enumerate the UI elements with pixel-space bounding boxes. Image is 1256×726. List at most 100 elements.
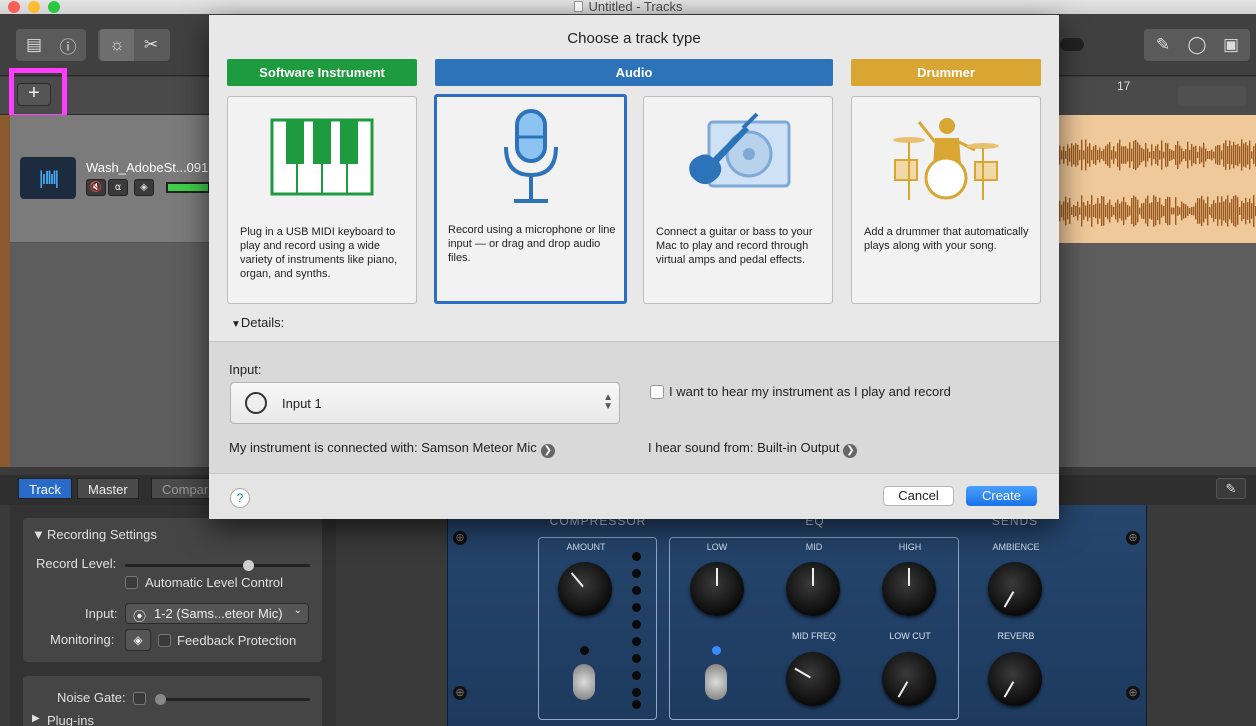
arrow-right-icon[interactable]: ❯ — [540, 444, 555, 458]
waveform-bar — [1157, 201, 1159, 221]
feedback-protection-checkbox[interactable] — [158, 634, 171, 647]
waveform-bar — [1171, 207, 1173, 215]
disclosure-right-icon[interactable]: ▶ — [32, 713, 40, 724]
input-popup[interactable]: Input 1 ▲ ▼ — [230, 382, 620, 424]
amount-knob[interactable] — [558, 562, 612, 616]
audio-region[interactable] — [1059, 115, 1256, 243]
mid-freq-knob[interactable] — [786, 652, 840, 706]
hear-instrument-label[interactable]: I want to hear my instrument as I play a… — [669, 384, 951, 399]
create-button[interactable]: Create — [966, 486, 1037, 506]
waveform-bar — [1251, 203, 1253, 219]
mid-eq-knob[interactable] — [786, 562, 840, 616]
waveform-bar — [1063, 201, 1065, 221]
waveform-bar — [1181, 148, 1183, 162]
tab-track[interactable]: Track — [18, 478, 73, 499]
mute-icon[interactable]: 🔇 — [86, 179, 106, 196]
headphones-icon[interactable]: ⍺ — [108, 179, 128, 196]
noise-gate-slider[interactable] — [155, 698, 310, 701]
waveform-bar — [1065, 150, 1067, 160]
loops-icon[interactable]: ◯ — [1180, 29, 1214, 61]
card-audio-microphone[interactable]: Record using a microphone or line input … — [434, 94, 627, 304]
gain-meter-led — [632, 654, 641, 663]
library-icon[interactable]: ▤ — [17, 29, 51, 61]
waveform-bar — [1235, 144, 1237, 166]
waveform-bar — [1211, 149, 1213, 161]
high-eq-knob[interactable] — [882, 562, 936, 616]
notepad-icon[interactable]: ✎ — [1146, 29, 1180, 61]
input-select[interactable]: ⦿ 1-2 (Sams...eteor Mic) ⌄ — [125, 603, 309, 624]
gain-meter-led — [632, 586, 641, 595]
smart-controls-icon[interactable]: ☼ — [100, 29, 134, 61]
low-label: LOW — [706, 542, 728, 552]
waveform-bar — [1199, 146, 1201, 164]
tab-master[interactable]: Master — [77, 478, 139, 499]
waveform-bar — [1081, 195, 1083, 227]
monitor-icon[interactable]: ◈ — [134, 179, 154, 196]
waveform-bar — [1111, 205, 1113, 217]
waveform-bar — [1161, 204, 1163, 218]
card-audio-guitar[interactable]: Connect a guitar or bass to your Mac to … — [643, 96, 833, 304]
waveform-bar — [1167, 196, 1169, 226]
noise-gate-thumb[interactable] — [155, 694, 166, 705]
master-volume-slider[interactable] — [1060, 38, 1084, 51]
waveform-bar — [1139, 144, 1141, 166]
reverb-knob[interactable] — [988, 652, 1042, 706]
waveform-bar — [1081, 139, 1083, 171]
monitor-icon[interactable]: ◈ — [125, 629, 151, 651]
noise-gate-checkbox[interactable] — [133, 692, 146, 705]
waveform-bar — [1177, 206, 1179, 216]
record-level-thumb[interactable] — [243, 560, 254, 571]
waveform-bar — [1155, 146, 1157, 164]
waveform-bar — [1071, 143, 1073, 167]
card-software-instrument[interactable]: Plug in a USB MIDI keyboard to play and … — [227, 96, 417, 304]
low-cut-knob[interactable] — [882, 652, 936, 706]
waveform-bar — [1241, 200, 1243, 222]
card-drummer[interactable]: Add a drummer that automatically plays a… — [851, 96, 1041, 304]
waveform-bar — [1147, 195, 1149, 227]
waveform-bar — [1227, 146, 1229, 164]
waveform-bar — [1205, 203, 1207, 219]
ambience-label: AMBIENCE — [992, 542, 1040, 552]
high-label: HIGH — [898, 542, 922, 552]
low-eq-knob[interactable] — [690, 562, 744, 616]
waveform-bar — [1109, 142, 1111, 168]
hear-instrument-checkbox[interactable] — [650, 385, 664, 399]
help-icon[interactable]: ⓘ — [51, 29, 85, 61]
scissors-icon[interactable]: ✂ — [134, 29, 168, 61]
gain-meter-led — [632, 603, 641, 612]
waveform-bar — [1117, 143, 1119, 167]
waveform-bar — [1195, 202, 1197, 220]
screw-icon: ⊕ — [453, 531, 467, 545]
waveform-bar — [1175, 145, 1177, 165]
plugins-heading[interactable]: Plug-ins — [47, 713, 94, 726]
library-help-group: ▤ ⓘ — [16, 29, 86, 61]
waveform-bar — [1183, 151, 1185, 159]
waveform-bar — [1209, 150, 1211, 160]
eq-toggle[interactable] — [705, 664, 727, 700]
waveform-bar — [1173, 150, 1175, 160]
arrow-right-icon[interactable]: ❯ — [843, 444, 858, 458]
category-audio[interactable]: Audio — [435, 59, 833, 86]
compressor-led — [580, 646, 589, 655]
waveform-bar — [1235, 195, 1237, 227]
auto-level-checkbox[interactable] — [125, 576, 138, 589]
compressor-toggle[interactable] — [573, 664, 595, 700]
category-software-instrument[interactable]: Software Instrument — [227, 59, 417, 86]
cancel-button[interactable]: Cancel — [883, 486, 954, 506]
waveform-bar — [1127, 204, 1129, 218]
waveform-bar — [1217, 196, 1219, 226]
edit-pencil-icon[interactable]: ✎ — [1216, 478, 1246, 499]
details-disclosure[interactable]: ▼Details: — [231, 315, 284, 330]
waveform-bar — [1191, 206, 1193, 216]
zoom-slider[interactable] — [1178, 86, 1246, 106]
disclosure-down-icon[interactable]: ▼ — [32, 527, 45, 542]
record-level-slider[interactable] — [125, 564, 310, 567]
media-browser-icon[interactable]: ▣ — [1214, 29, 1248, 61]
waveform-bar — [1109, 199, 1111, 223]
waveform-bar — [1187, 141, 1189, 169]
ambience-knob[interactable] — [988, 562, 1042, 616]
help-button[interactable]: ? — [230, 488, 250, 508]
waveform-bar — [1179, 145, 1181, 165]
waveform-bar — [1089, 204, 1091, 218]
category-drummer[interactable]: Drummer — [851, 59, 1041, 86]
